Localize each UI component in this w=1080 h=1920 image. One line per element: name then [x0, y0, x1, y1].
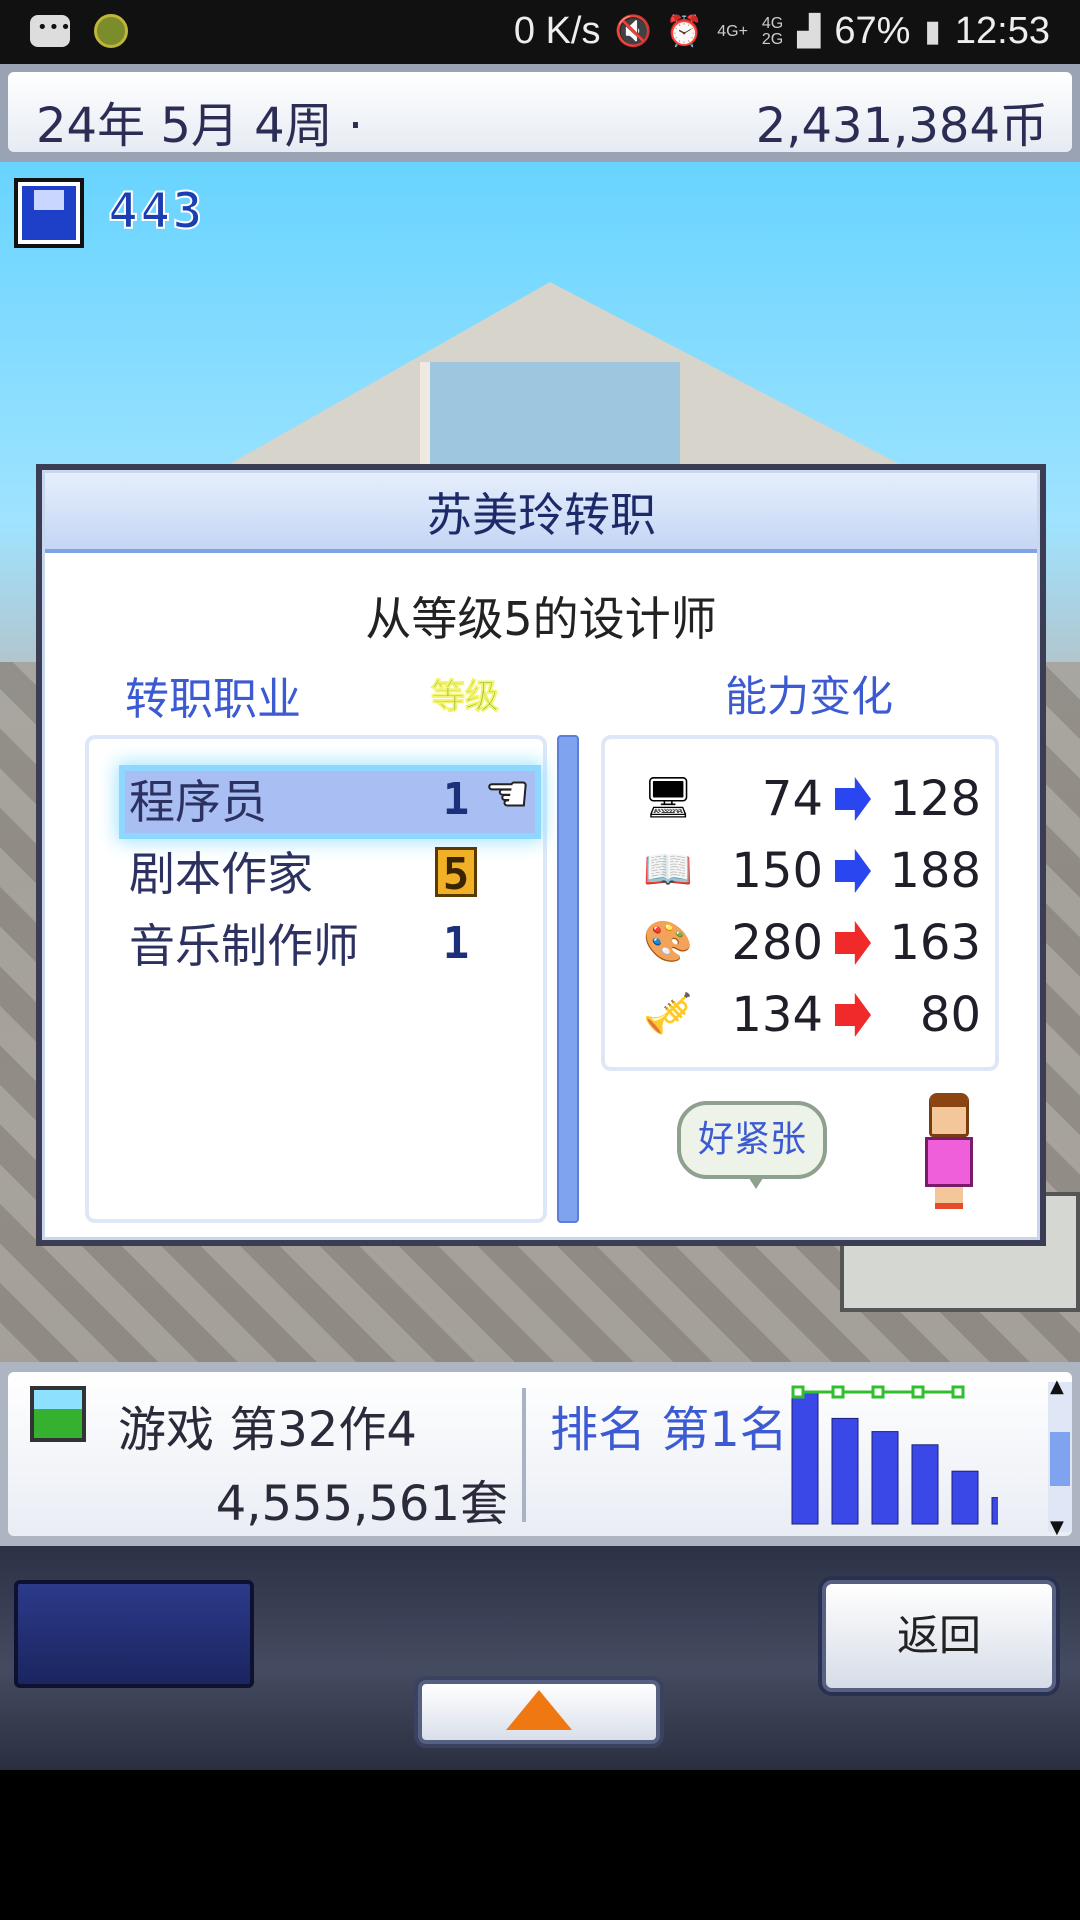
- job-item-programmer[interactable]: 程序员 1: [125, 771, 535, 833]
- rank-line-point: [951, 1385, 965, 1399]
- ability-to: 128: [889, 771, 981, 827]
- ability-change-header: 能力变化: [725, 672, 894, 721]
- ability-row-graphics: 🎨 280 163: [641, 913, 981, 973]
- rank-bar: [951, 1470, 979, 1525]
- battery-percent: 67%: [834, 10, 911, 52]
- top-info-bar: 24年 5月 4周 · 2,431,384币: [0, 64, 1080, 162]
- level-column-header: 等级: [431, 677, 500, 718]
- net-speed: 0 K/s: [513, 10, 601, 52]
- job-item-scenario-writer[interactable]: 剧本作家 5: [125, 843, 535, 905]
- floppy-disk-icon[interactable]: [14, 178, 84, 248]
- ability-to: 188: [889, 843, 981, 899]
- job-column-header: 转职职业: [125, 674, 301, 725]
- status-bar: 0 K/s 🔇 ⏰ 4G+ 4G2G ▟ 67% ▮ 12:53: [0, 0, 1080, 64]
- divider: [522, 1388, 526, 1522]
- sales-rank-chart: [791, 1385, 998, 1525]
- rank-bar: [791, 1391, 819, 1525]
- job-name: 音乐制作师: [129, 919, 359, 973]
- job-level-badge: 1: [442, 918, 470, 969]
- chat-notification-icon: [30, 15, 72, 47]
- speech-bubble: 好紧张: [677, 1101, 827, 1179]
- trumpet-icon: 🎺: [643, 991, 693, 1037]
- rank-line-point: [791, 1385, 805, 1399]
- network-4g-plus: 4G+: [717, 22, 748, 40]
- ability-from: 150: [731, 843, 823, 899]
- ability-row-sound: 🎺 134 80: [641, 985, 981, 1045]
- rank-bar: [871, 1431, 899, 1525]
- rank-bar: [991, 1497, 998, 1525]
- ability-to: 163: [889, 915, 981, 971]
- employee-avatar: [917, 1093, 981, 1213]
- job-item-sound-producer[interactable]: 音乐制作师 1: [125, 915, 535, 977]
- network-4g-2g: 4G 2G: [761, 14, 784, 48]
- ability-from: 134: [731, 987, 823, 1043]
- signal-icon: ▟: [797, 15, 821, 48]
- alarm-icon: ⏰: [665, 15, 704, 48]
- rank-line-point: [911, 1385, 925, 1399]
- expand-up-button[interactable]: [418, 1680, 660, 1744]
- save-count: 443: [107, 181, 205, 241]
- job-name: 程序员: [129, 775, 267, 829]
- game-date: 24年 5月 4周 ·: [36, 98, 364, 154]
- book-pen-icon: 📖: [643, 847, 693, 893]
- battery-icon: ▮: [924, 15, 941, 48]
- rank-label: 排名 第1名: [550, 1402, 788, 1458]
- clock: 12:53: [954, 10, 1050, 52]
- dialog-title: 苏美玲转职: [45, 473, 1037, 553]
- rank-line-point: [831, 1385, 845, 1399]
- menu-button[interactable]: [14, 1580, 254, 1688]
- mute-vibrate-icon: 🔇: [614, 15, 652, 48]
- game-info-panel: 游戏 第32作4 4,555,561套 排名 第1名: [0, 1362, 1080, 1546]
- rank-scroll-thumb[interactable]: [1050, 1432, 1070, 1486]
- rank-bar: [911, 1444, 939, 1525]
- ability-from: 74: [761, 771, 823, 827]
- ability-row-scenario: 📖 150 188: [641, 841, 981, 901]
- job-list: 程序员 1 剧本作家 5 音乐制作师 1: [85, 735, 547, 1223]
- dialog-subtitle: 从等级5的设计师: [365, 592, 717, 646]
- game-sales: 4,555,561套: [215, 1476, 508, 1532]
- hand-pointer-icon: ☚: [484, 764, 531, 824]
- ability-row-programming: 🖥 74 128: [641, 769, 981, 829]
- ability-from: 280: [731, 915, 823, 971]
- paint-palette-icon: 🎨: [643, 919, 693, 965]
- ability-change-panel: 🖥 74 128 📖 150 188 🎨 280 163 🎺 134 80: [601, 735, 999, 1071]
- game-notification-icon: [94, 14, 128, 48]
- job-level-badge: 5: [435, 847, 477, 900]
- job-name: 剧本作家: [129, 847, 313, 901]
- computer-icon: 🖥: [642, 775, 694, 821]
- rank-bar: [831, 1417, 859, 1525]
- job-list-scrollbar[interactable]: [557, 735, 579, 1223]
- money-amount: 2,431,384币: [755, 98, 1048, 154]
- job-change-dialog: 苏美玲转职 从等级5的设计师 转职职业 等级 能力变化 程序员 1 剧本作家 5…: [36, 464, 1046, 1246]
- game-title: 游戏 第32作4: [118, 1402, 417, 1458]
- control-bar: 返回: [0, 1546, 1080, 1770]
- rank-line-point: [871, 1385, 885, 1399]
- back-button[interactable]: 返回: [822, 1580, 1056, 1692]
- game-cover-icon: [30, 1386, 86, 1442]
- up-arrow-icon: [506, 1690, 572, 1730]
- job-level-badge: 1: [442, 774, 470, 825]
- ability-to: 80: [919, 987, 981, 1043]
